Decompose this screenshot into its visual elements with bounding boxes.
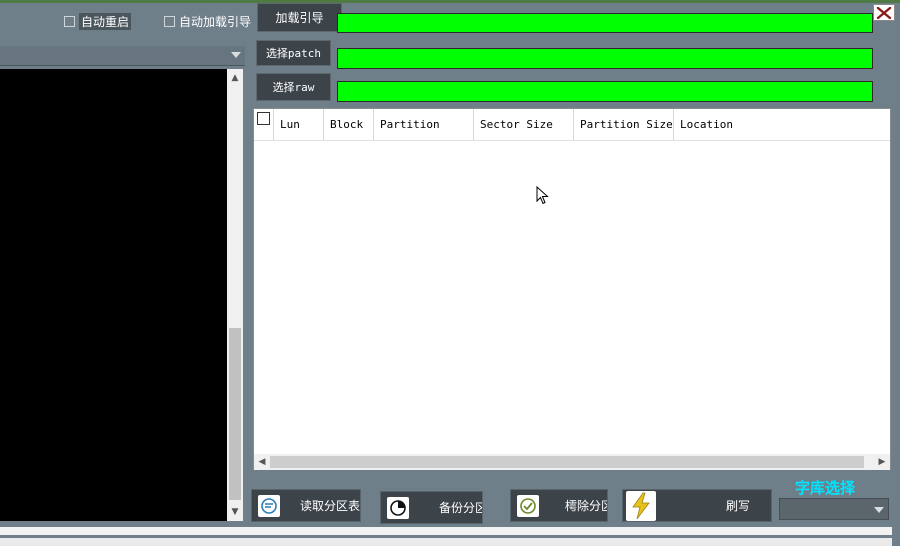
log-scroll-thumb[interactable]: [229, 328, 241, 500]
chevron-down-icon: [231, 52, 241, 58]
column-header-location[interactable]: Location: [674, 109, 890, 140]
scroll-down-icon[interactable]: ▼: [227, 504, 243, 520]
select-all-checkbox[interactable]: [257, 112, 270, 125]
scroll-left-icon[interactable]: ◀: [254, 454, 270, 470]
select-raw-button[interactable]: 选择raw: [256, 73, 331, 101]
partition-table[interactable]: Lun Block Partition Sector Size Partitio…: [253, 108, 891, 470]
erase-partitions-label: 樗除分区: [565, 499, 607, 513]
table-hscroll-thumb[interactable]: [270, 456, 864, 468]
scroll-right-icon[interactable]: ▶: [874, 454, 890, 470]
patch-progress-bar: [337, 48, 873, 69]
column-header-sector-size[interactable]: Sector Size: [474, 109, 574, 140]
lightning-icon: [626, 490, 656, 521]
auto-reboot-label: 自动重启: [79, 13, 132, 30]
port-select[interactable]: [0, 46, 245, 66]
column-header-partition[interactable]: Partition: [374, 109, 474, 140]
check-icon: [517, 494, 539, 517]
backup-partitions-label: 备份分区: [439, 501, 483, 515]
read-icon: [258, 494, 280, 517]
read-partitions-button[interactable]: 读取分区表: [251, 489, 361, 522]
load-loader-button[interactable]: 加载引导: [257, 3, 342, 32]
loader-progress-bar: [337, 13, 873, 33]
checkbox-box[interactable]: [164, 16, 175, 27]
font-library-label: 字库选择: [795, 479, 856, 497]
font-library-select[interactable]: [779, 498, 889, 520]
progress-strip: [0, 538, 892, 546]
flash-button[interactable]: 刷写: [622, 489, 772, 522]
top-border: [0, 0, 900, 3]
auto-load-loader-label: 自动加载引导: [179, 15, 252, 29]
close-button[interactable]: [873, 4, 895, 21]
chevron-down-icon: [874, 507, 884, 513]
backup-partitions-button[interactable]: 备份分区: [380, 491, 483, 524]
checkbox-box[interactable]: [64, 16, 75, 27]
log-output: [0, 69, 227, 521]
column-header-lun[interactable]: Lun: [274, 109, 324, 140]
column-header-block[interactable]: Block: [324, 109, 374, 140]
erase-partitions-button[interactable]: 樗除分区: [510, 489, 608, 522]
flash-label: 刷写: [726, 499, 751, 513]
status-strip: [0, 527, 892, 535]
select-patch-button[interactable]: 选择patch: [256, 40, 331, 66]
auto-reboot-checkbox[interactable]: 自动重启: [64, 13, 132, 30]
header-divider: [254, 140, 890, 141]
column-header-partition-size[interactable]: Partition Size: [574, 109, 674, 140]
raw-progress-bar: [337, 81, 873, 102]
mouse-cursor-icon: [536, 186, 549, 205]
backup-icon: [387, 496, 409, 519]
scroll-up-icon[interactable]: ▲: [227, 70, 243, 86]
auto-load-loader-checkbox[interactable]: 自动加载引导: [164, 13, 251, 30]
close-icon: [876, 6, 892, 19]
read-partitions-label: 读取分区表: [300, 499, 361, 513]
select-all-cell: [254, 109, 274, 140]
